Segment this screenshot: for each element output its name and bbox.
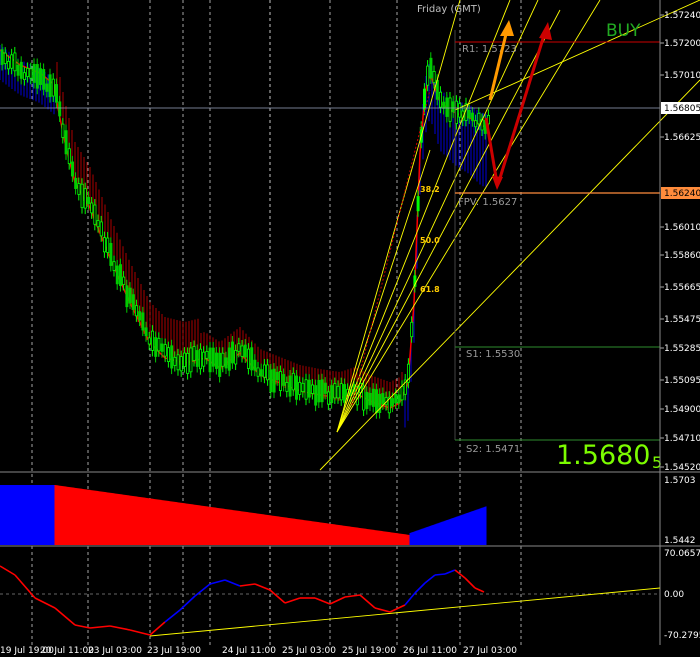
time-axis: 19 Jul 19:0020 Jul 11:0023 Jul 03:00 23 J…	[0, 646, 517, 656]
forex-chart-window[interactable]: R1: 1.5723 FPV: 1.5627 S1: 1.5530 S2: 1.…	[0, 0, 700, 657]
s2-label: S2: 1.5471	[466, 444, 520, 455]
price-tick-label: 1.56625	[664, 133, 700, 143]
time-tick-label: 25 Jul 03:00	[282, 646, 336, 656]
time-tick-label: 20 Jul 11:00	[40, 646, 94, 656]
time-tick-label: 26 Jul 11:00	[403, 646, 457, 656]
fib-label-500: 50.0	[420, 236, 440, 245]
time-tick-label: 23 Jul 03:00	[88, 646, 142, 656]
header-day: Friday (GMT)	[417, 4, 481, 15]
time-tick-label: 24 Jul 11:00	[222, 646, 276, 656]
time-tick-label: 25 Jul 19:00	[342, 646, 396, 656]
price-tick-label: 1.55285	[664, 344, 700, 354]
s1-label: S1: 1.5530	[466, 349, 520, 360]
price-tick-label: 1.57200	[664, 39, 700, 49]
time-tick-label: 27 Jul 03:00	[463, 646, 517, 656]
osc2-top-value: 70.0657	[664, 549, 700, 559]
osc2-zero-value: 0.00	[664, 590, 684, 600]
current-price-big: 1.5680	[556, 440, 650, 471]
current-price-small: 5	[652, 453, 662, 472]
r1-label: R1: 1.5723	[462, 44, 517, 55]
bid-price-value: 1.56805	[664, 104, 700, 114]
signal-label: BUY	[606, 21, 641, 41]
price-tick-label: 1.55475	[664, 315, 700, 325]
price-tick-label: 1.54710	[664, 434, 700, 444]
osc2-bottom-value: -70.2795	[664, 631, 700, 641]
price-tick-label: 1.56010	[664, 223, 700, 233]
price-tick-label: 1.55860	[664, 251, 700, 261]
fib-label-382: 38.2	[420, 185, 440, 194]
fpv-label: FPV: 1.5627	[458, 197, 517, 208]
price-tick-label: 1.55095	[664, 376, 700, 386]
fpv-price-value: 1.56240	[664, 189, 700, 199]
price-tick-label: 1.55665	[664, 283, 700, 293]
fib-label-618: 61.8	[420, 285, 440, 294]
price-tick-label: 1.57240	[664, 11, 700, 21]
price-tick-label: 1.54900	[664, 405, 700, 415]
price-tick-label: 1.57010	[664, 71, 700, 81]
osc1-bottom-value: 1.5442	[664, 536, 696, 546]
osc1-top-value: 1.5703	[664, 476, 696, 486]
time-tick-label: 23 Jul 19:00	[147, 646, 201, 656]
